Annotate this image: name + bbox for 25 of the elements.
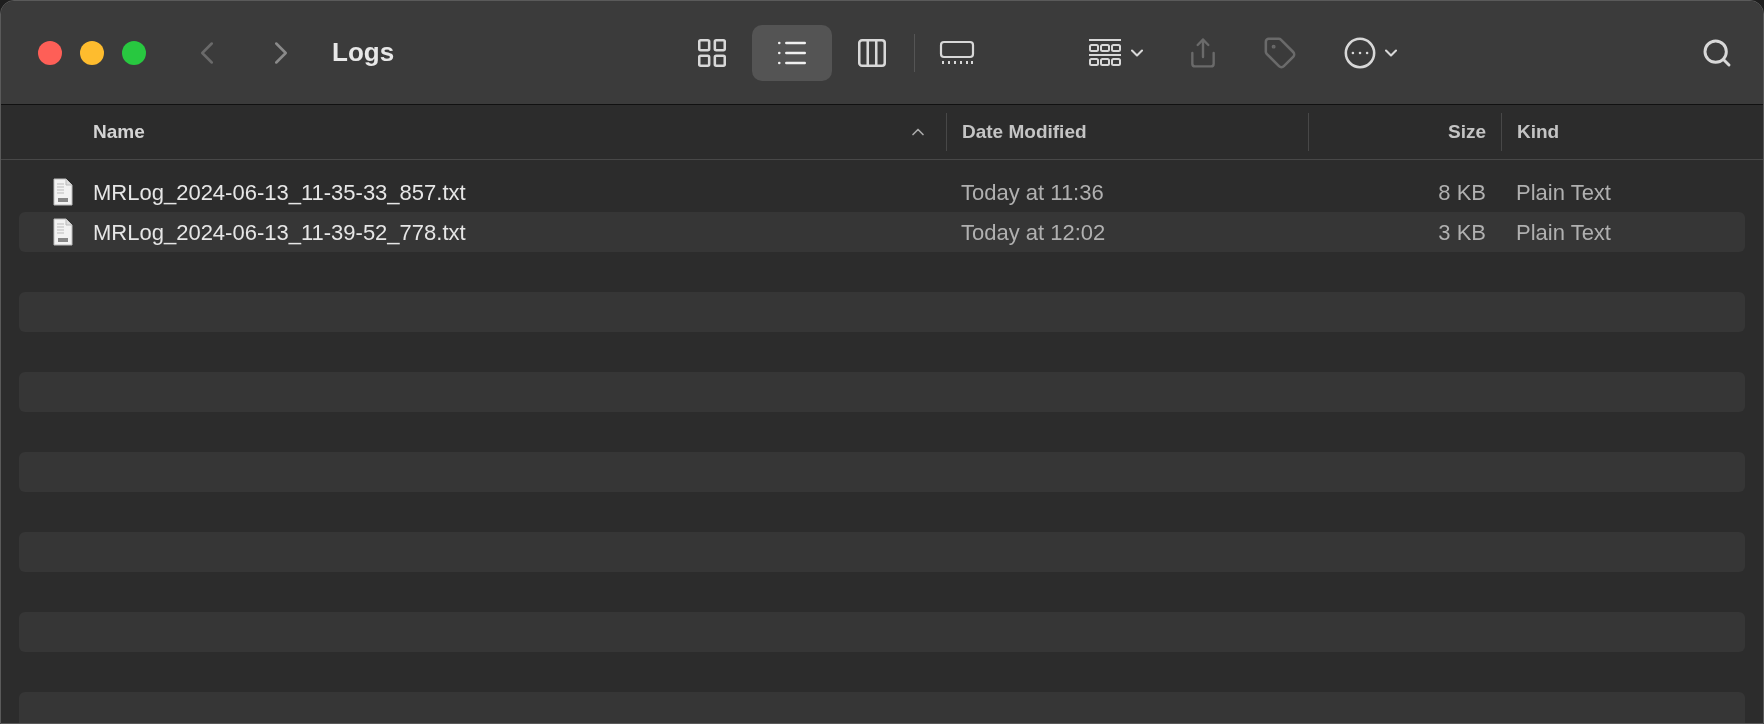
text-file-icon [53, 178, 73, 206]
file-kind: Plain Text [1515, 218, 1612, 247]
date-modified: Today at 11:36 [960, 178, 1105, 207]
file-row[interactable]: MRLog_2024-06-13_11-35-33_857.txt Today at 11:36 8 KB Plain Text [19, 172, 1745, 212]
list-view-button[interactable] [752, 24, 832, 81]
gallery-icon [938, 39, 976, 66]
date-modified: Today at 12:02 [960, 218, 1107, 247]
file-size: 8 KB [1437, 178, 1487, 207]
tag-icon [1263, 35, 1297, 70]
file-name: MRLog_2024-06-13_11-39-52_778.txt [93, 218, 466, 247]
minimize-button[interactable] [80, 40, 104, 65]
file-kind: Plain Text [1515, 178, 1612, 207]
file-size: 3 KB [1437, 218, 1487, 247]
column-heading[interactable]: Name [93, 117, 145, 147]
zoom-button[interactable] [122, 40, 146, 65]
file-row[interactable]: MRLog_2024-06-13_11-39-52_778.txt Today at 12:02 3 KB Plain Text [19, 212, 1745, 252]
column-heading[interactable]: Kind [1517, 117, 1560, 147]
grouped-grid-icon [1087, 37, 1123, 68]
file-name: MRLog_2024-06-13_11-35-33_857.txt [93, 178, 466, 207]
ellipsis-circle-icon [1343, 35, 1377, 70]
column-heading[interactable]: Date Modified [962, 117, 1087, 147]
close-button[interactable] [38, 40, 62, 65]
column-heading[interactable]: Size [1447, 117, 1486, 147]
window-title: Logs [332, 36, 396, 69]
text-file-icon [53, 218, 73, 246]
